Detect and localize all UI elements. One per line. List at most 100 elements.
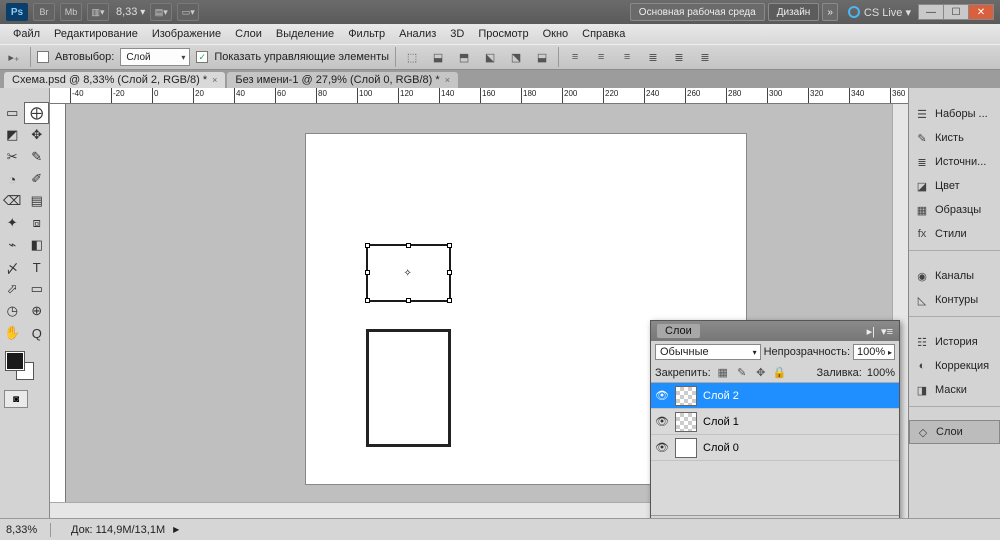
visibility-icon[interactable]: 👁 [655, 389, 669, 402]
tool-button[interactable]: ✋ [0, 322, 25, 344]
tool-button[interactable]: ⧈ [25, 212, 50, 234]
cslive-button[interactable]: CS Live ▾ [848, 6, 911, 19]
layer-thumb[interactable] [675, 386, 697, 406]
view-icon[interactable]: ▤▾ [150, 3, 172, 21]
workspace-primary-button[interactable]: Основная рабочая среда [630, 3, 765, 21]
layout-icon[interactable]: ▥▾ [87, 3, 109, 21]
panel-item-Каналы[interactable]: ◉Каналы [909, 264, 1000, 288]
tool-button[interactable]: ◷ [0, 300, 25, 322]
selected-rectangle[interactable]: ✧ [366, 244, 451, 302]
maximize-button[interactable]: ☐ [943, 4, 969, 20]
layer-name[interactable]: Слой 0 [703, 442, 739, 454]
fg-swatch[interactable] [6, 352, 24, 370]
tool-button[interactable]: ◧ [25, 234, 50, 256]
autoselect-checkbox[interactable] [37, 51, 49, 63]
close-button[interactable]: ✕ [968, 4, 994, 20]
workspace-more-button[interactable]: » [822, 3, 838, 21]
transform-handle[interactable] [447, 298, 452, 303]
rectangle-shape[interactable] [366, 329, 451, 447]
document-tab[interactable]: Без имени-1 @ 27,9% (Слой 0, RGB/8) *× [227, 72, 458, 88]
workspace-design-button[interactable]: Дизайн [768, 3, 820, 21]
panel-item-Коррекция[interactable]: ◐Коррекция [909, 354, 1000, 378]
zoom-level[interactable]: 8,33 ▾ [116, 6, 145, 18]
menu-файл[interactable]: Файл [6, 28, 47, 40]
menu-окно[interactable]: Окно [536, 28, 576, 40]
layer-row[interactable]: 👁 Слой 1 [651, 409, 899, 435]
panel-item-История[interactable]: ☷История [909, 330, 1000, 354]
transform-handle[interactable] [447, 243, 452, 248]
panel-item-Кисть[interactable]: ✎Кисть [909, 126, 1000, 150]
dist-icon[interactable]: ≣ [669, 47, 689, 67]
lock-all-icon[interactable]: 🔒 [773, 366, 787, 379]
align-icon[interactable]: ⬓ [532, 47, 552, 67]
transform-handle[interactable] [447, 270, 452, 275]
tool-button[interactable]: ✐ [25, 168, 50, 190]
menu-слои[interactable]: Слои [228, 28, 269, 40]
transform-handle[interactable] [365, 270, 370, 275]
menu-редактирование[interactable]: Редактирование [47, 28, 145, 40]
tool-button[interactable]: 〆 [0, 256, 25, 278]
align-icon[interactable]: ⬒ [454, 47, 474, 67]
panel-item-Контуры[interactable]: ◺Контуры [909, 288, 1000, 312]
tool-button[interactable]: ⌁ [0, 234, 25, 256]
tool-button[interactable]: ✎ [25, 146, 50, 168]
tool-button[interactable]: ◔ [0, 168, 25, 190]
lock-paint-icon[interactable]: ✎ [735, 366, 749, 379]
panel-item-Маски[interactable]: ◨Маски [909, 378, 1000, 402]
blend-mode-dropdown[interactable]: Обычные [655, 344, 761, 360]
zoom-field[interactable]: 8,33% [0, 524, 50, 536]
tool-button[interactable]: ✂ [0, 146, 25, 168]
fill-input[interactable]: 100% [867, 367, 895, 379]
menu-анализ[interactable]: Анализ [392, 28, 443, 40]
showcontrols-checkbox[interactable]: ✓ [196, 51, 208, 63]
transform-handle[interactable] [406, 298, 411, 303]
tool-button[interactable]: ▭ [25, 278, 50, 300]
transform-handle[interactable] [365, 243, 370, 248]
layer-thumb[interactable] [675, 438, 697, 458]
dist-icon[interactable]: ≣ [695, 47, 715, 67]
transform-handle[interactable] [406, 243, 411, 248]
align-icon[interactable]: ⬔ [506, 47, 526, 67]
tool-button[interactable]: ▭ [0, 102, 24, 124]
tool-button[interactable]: ⌫ [0, 190, 25, 212]
lock-pixels-icon[interactable]: ▦ [716, 366, 730, 379]
panel-item-Наборы ...[interactable]: ☰Наборы ... [909, 102, 1000, 126]
align-icon[interactable]: ⬚ [402, 47, 422, 67]
tool-button[interactable]: ⨁ [24, 102, 49, 124]
panel-item-Источни...[interactable]: ≣Источни... [909, 150, 1000, 174]
layer-name[interactable]: Слой 1 [703, 416, 739, 428]
status-menu-icon[interactable]: ▶ [173, 525, 179, 534]
panel-collapse-icon[interactable]: ▸| [867, 325, 875, 338]
visibility-icon[interactable]: 👁 [655, 441, 669, 454]
panel-item-Цвет[interactable]: ◪Цвет [909, 174, 1000, 198]
close-tab-icon[interactable]: × [212, 75, 217, 85]
dist-icon[interactable]: ≡ [617, 47, 637, 67]
tool-button[interactable]: ⬀ [0, 278, 25, 300]
tool-button[interactable]: ◩ [0, 124, 25, 146]
menu-изображение[interactable]: Изображение [145, 28, 228, 40]
dist-icon[interactable]: ≡ [565, 47, 585, 67]
minimize-button[interactable]: — [918, 4, 944, 20]
bridge-icon[interactable]: Br [33, 3, 55, 21]
visibility-icon[interactable]: 👁 [655, 415, 669, 428]
opacity-input[interactable]: 100% [853, 344, 895, 360]
screen-icon[interactable]: ▭▾ [177, 3, 199, 21]
align-icon[interactable]: ⬕ [480, 47, 500, 67]
layers-header[interactable]: Слои ▸|▾≡ [651, 321, 899, 341]
layer-row[interactable]: 👁Слой 2 [651, 383, 899, 409]
tool-button[interactable]: ✥ [25, 124, 50, 146]
close-tab-icon[interactable]: × [445, 75, 450, 85]
dist-icon[interactable]: ≡ [591, 47, 611, 67]
layers-panel[interactable]: Слои ▸|▾≡ Обычные Непрозрачность: 100% З… [650, 320, 900, 538]
document-tab[interactable]: Схема.psd @ 8,33% (Слой 2, RGB/8) *× [4, 72, 225, 88]
ruler-horizontal[interactable]: -40-200204060801001201401601802002202402… [50, 88, 1000, 104]
panel-item-Образцы[interactable]: ▦Образцы [909, 198, 1000, 222]
layer-thumb[interactable] [675, 412, 697, 432]
quickmask-button[interactable]: ◙ [4, 390, 28, 408]
menu-фильтр[interactable]: Фильтр [341, 28, 392, 40]
dist-icon[interactable]: ≣ [643, 47, 663, 67]
menu-справка[interactable]: Справка [575, 28, 632, 40]
menu-выделение[interactable]: Выделение [269, 28, 341, 40]
transform-handle[interactable] [365, 298, 370, 303]
lock-position-icon[interactable]: ✥ [754, 366, 768, 379]
